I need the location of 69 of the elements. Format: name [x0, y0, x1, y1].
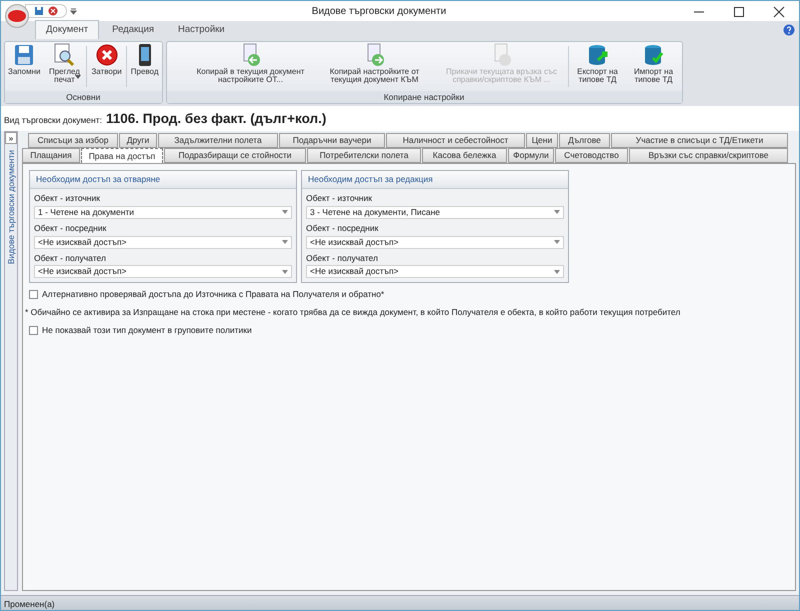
- caret-icon: [554, 270, 560, 274]
- tab[interactable]: Формули: [508, 148, 554, 164]
- tab[interactable]: Счетоводство: [555, 148, 628, 164]
- ribbon-button[interactable]: Експорт на типове ТД: [570, 42, 626, 91]
- tab[interactable]: Потребителски полета: [307, 148, 421, 164]
- ribbon-button[interactable]: Превод: [128, 42, 162, 91]
- field-label: Обект - получател: [33, 252, 107, 265]
- ribbon-tab[interactable]: Редакция: [101, 20, 166, 39]
- checkbox-label[interactable]: Не показвай този тип документ в груповите политики: [42, 324, 252, 336]
- tab[interactable]: Права на достъп: [81, 148, 163, 164]
- field-label: Вид търговски документ:: [4, 114, 102, 127]
- tab[interactable]: Дългове: [559, 133, 610, 148]
- close-icon: [94, 43, 119, 67]
- ribbon-tab[interactable]: Документ: [35, 20, 100, 39]
- save-icon: [34, 6, 44, 16]
- close-icon: [48, 6, 58, 16]
- tab[interactable]: Подразбиращи се стойности: [164, 148, 306, 164]
- ribbon-button[interactable]: Затвори: [88, 42, 125, 91]
- help-icon: [783, 24, 795, 36]
- checkbox-label[interactable]: Алтернативно проверявай достъпа до Източника с Правата на Получателя и обратно*: [42, 288, 384, 301]
- caret-icon: [282, 270, 288, 274]
- tab[interactable]: Касова бележка: [422, 148, 507, 164]
- dropdown-field[interactable]: <Не изисквай достъп>: [34, 236, 292, 248]
- ribbon-button[interactable]: Копирай в текущия документ настройките ОТ...: [188, 42, 312, 91]
- note-text: * Обичайно се активира за Изпращане на стока при местене - когато трябва да се вижда документ, в който Получателя е обекта, в който работи текущия потребител: [25, 306, 680, 319]
- ribbon-button[interactable]: Запомни: [5, 42, 44, 91]
- dropdown-field[interactable]: <Не изисквай достъп>: [34, 265, 292, 278]
- field-label: Обект - източник: [305, 192, 373, 205]
- magnifier-document-icon: [52, 43, 76, 67]
- caret-icon: [554, 240, 560, 244]
- checkbox[interactable]: [29, 290, 38, 300]
- expand-button[interactable]: »: [5, 132, 17, 144]
- tab[interactable]: Цени: [526, 133, 558, 148]
- ribbon-tab[interactable]: Настройки: [167, 20, 236, 39]
- dropdown-icon: [67, 7, 79, 15]
- dropdown-field[interactable]: <Не изисквай достъп>: [306, 265, 564, 278]
- status-text: Променен(а): [1, 595, 799, 610]
- tab[interactable]: Участие в списъци с ТД/Етикети: [611, 133, 788, 148]
- tab[interactable]: Връзки със справки/скриптове: [629, 148, 788, 164]
- ribbon-button[interactable]: Импорт на типове ТД: [626, 42, 682, 91]
- document-type-title: 1106. Прод. без факт. (дълг+кол.): [106, 110, 326, 128]
- group-header: Необходим достъп за отваряне: [30, 171, 296, 189]
- ribbon-button[interactable]: Копирай настройките от текущия документ КЪМ: [312, 42, 436, 91]
- ribbon-button[interactable]: Преглед печат: [43, 42, 86, 91]
- tab[interactable]: Други: [119, 133, 157, 148]
- tab[interactable]: Наличност и себестойност: [386, 133, 525, 148]
- field-label: Обект - получател: [305, 252, 379, 265]
- tab[interactable]: Плащания: [22, 148, 80, 164]
- tab[interactable]: Списъци за избор: [28, 133, 118, 148]
- field-label: Обект - източник: [33, 192, 101, 205]
- field-label: Обект - посредник: [305, 222, 380, 235]
- group-label: Копиране настройки: [166, 90, 682, 103]
- side-panel-label[interactable]: Видове търговски документи: [4, 150, 18, 264]
- logo-icon: [7, 9, 27, 23]
- checkbox[interactable]: [29, 326, 38, 335]
- group-header: Необходим достъп за редакция: [302, 171, 568, 189]
- window-title: Видове търговски документи: [310, 4, 448, 18]
- field-label: Обект - посредник: [33, 222, 108, 235]
- caret-icon: [282, 240, 288, 244]
- tab[interactable]: Подаръчни ваучери: [279, 133, 385, 148]
- tab[interactable]: Задължителни полета: [158, 133, 278, 148]
- caret-icon: [282, 210, 288, 214]
- maximize-icon: [733, 6, 745, 18]
- close-icon: [773, 6, 785, 18]
- dropdown-field[interactable]: 1 - Четене на документи: [34, 206, 292, 219]
- dropdown-field[interactable]: 3 - Четене на документи, Писане: [306, 206, 564, 219]
- group-label: Основни: [5, 90, 162, 103]
- caret-icon: [554, 210, 560, 214]
- dropdown-field[interactable]: <Не изисквай достъп>: [306, 236, 564, 248]
